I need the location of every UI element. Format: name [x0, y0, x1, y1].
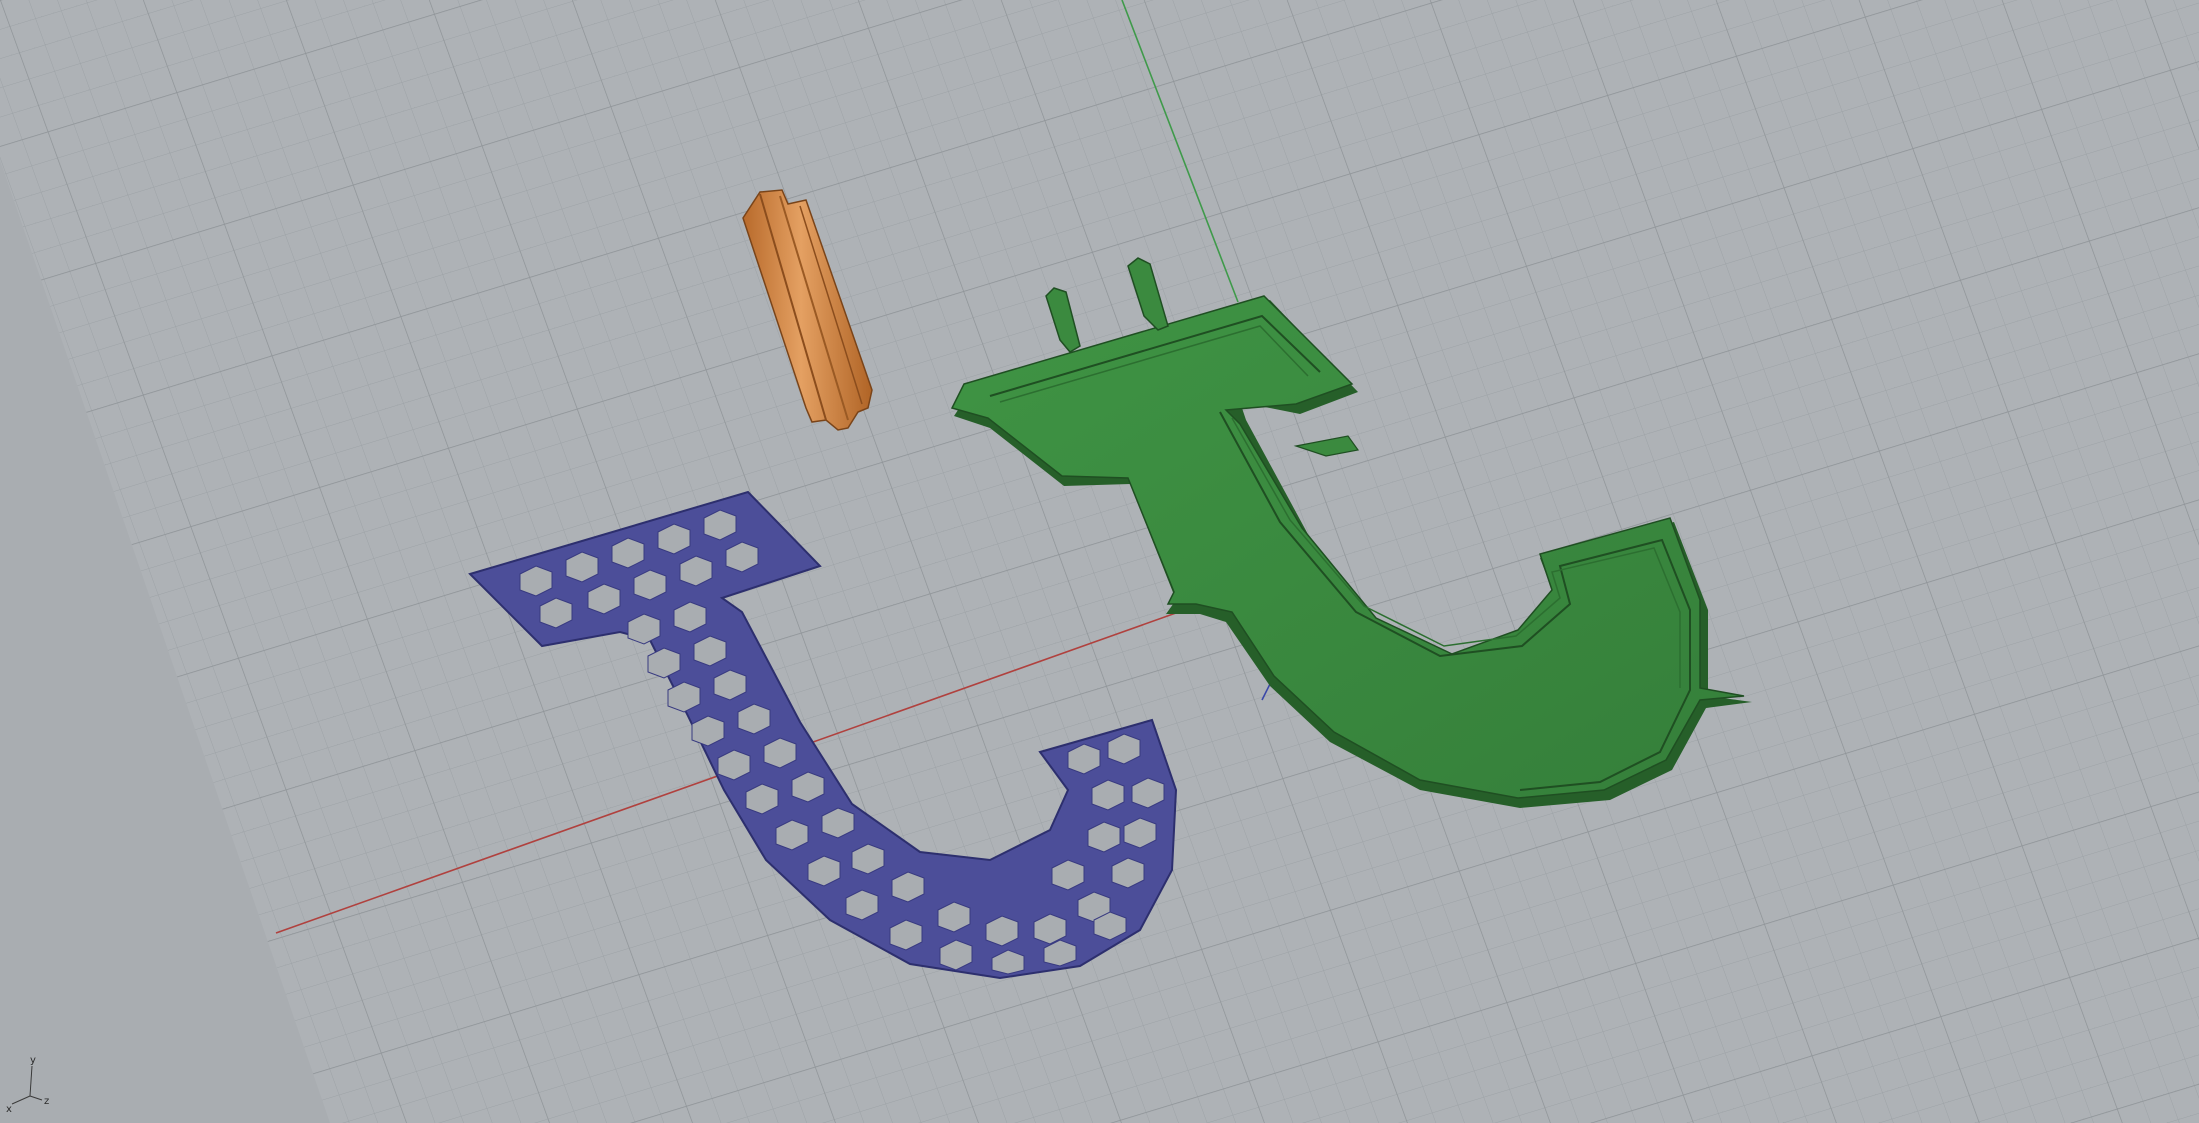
3d-viewport[interactable]: y x z: [0, 0, 2199, 1123]
widget-z-label: z: [44, 1096, 49, 1107]
widget-x-axis: [11, 1095, 31, 1105]
axis-orientation-widget: y x z: [4, 1052, 64, 1118]
widget-z-axis: [29, 1095, 43, 1101]
viewport-canvas[interactable]: [0, 0, 2199, 1123]
widget-y-axis: [29, 1065, 33, 1097]
widget-x-label: x: [6, 1104, 12, 1115]
widget-y-label: y: [30, 1055, 36, 1066]
